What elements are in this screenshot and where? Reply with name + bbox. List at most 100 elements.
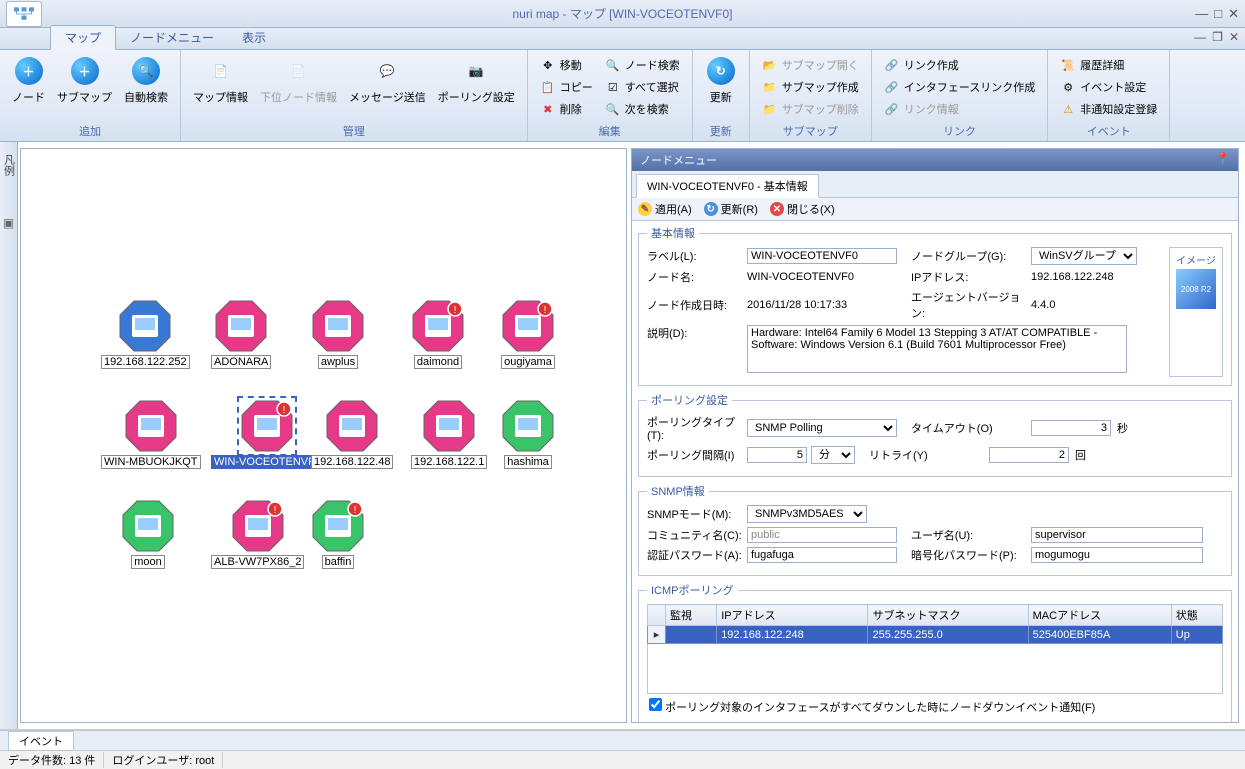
sendmsg-button[interactable]: 💬メッセージ送信 [343, 53, 432, 107]
map-node[interactable]: moon [121, 499, 175, 569]
nodename-value: WIN-VOCEOTENVF0 [747, 271, 897, 283]
window-title: nuri map - マップ [WIN-VOCEOTENVF0] [512, 5, 732, 22]
add-submap-button[interactable]: ＋サブマップ [51, 53, 118, 107]
linkinfo-icon: 🔗 [884, 101, 900, 117]
warning-icon: ⚠ [1060, 101, 1076, 117]
interval-unit-select[interactable]: 分 [811, 446, 855, 464]
retry-input[interactable] [989, 447, 1069, 463]
map-node[interactable]: WIN-MBUOKJKQT [101, 399, 201, 469]
event-setting-button[interactable]: ⚙イベント設定 [1058, 77, 1159, 97]
minimize-icon[interactable]: — [1195, 6, 1208, 22]
close-icon[interactable]: ✕ [1228, 6, 1239, 22]
pin-icon[interactable]: 📍 [1216, 152, 1230, 168]
menu-tab-nodemenu[interactable]: ノードメニュー [116, 26, 228, 49]
nonotify-button[interactable]: ⚠非通知設定登録 [1058, 99, 1159, 119]
ip-value: 192.168.122.248 [1031, 271, 1114, 283]
image-preview[interactable]: イメージ 2008 R2 [1169, 247, 1223, 377]
polling-type-select[interactable]: SNMP Polling [747, 419, 897, 437]
event-tab[interactable]: イベント [8, 731, 74, 751]
map-node[interactable]: 192.168.122.1 [411, 399, 487, 469]
row-selector[interactable]: ▸ [648, 626, 666, 644]
gear-icon: ⚙ [1060, 79, 1076, 95]
selectall-button[interactable]: ☑すべて選択 [603, 77, 682, 97]
map-node[interactable]: ! daimond [411, 299, 465, 369]
snmp-group: SNMP情報 SNMPモード(M): SNMPv3MD5AES コミュニティ名(… [638, 483, 1232, 576]
map-node[interactable]: ! ALB-VW7PX86_2 [211, 499, 304, 569]
apply-icon: ✎ [638, 202, 652, 216]
delete-button[interactable]: ✖削除 [538, 99, 595, 119]
selectall-icon: ☑ [605, 79, 621, 95]
panel-refresh-button[interactable]: ↻更新(R) [704, 201, 758, 217]
table-row: ▸ 192.168.122.248 255.255.255.0 525400EB… [648, 626, 1223, 644]
basic-info-group: 基本情報 ラベル(L): ノードグループ(G): WinSVグループ ノード名:… [638, 225, 1232, 386]
map-node[interactable]: ! baffin [311, 499, 365, 569]
panel-close-button[interactable]: ✕閉じる(X) [770, 201, 835, 217]
dock-icon[interactable]: ▣ [3, 216, 14, 230]
findnext-icon: 🔍 [605, 101, 621, 117]
map-node[interactable]: ! WIN-VOCEOTENVF0 [211, 399, 324, 469]
link-info-button[interactable]: 🔗リンク情報 [882, 99, 1037, 119]
mdi-close-icon[interactable]: ✕ [1229, 30, 1239, 44]
apply-button[interactable]: ✎適用(A) [638, 201, 692, 217]
panel-title: ノードメニュー [640, 152, 717, 168]
snmp-user-input[interactable] [1031, 527, 1203, 543]
mapinfo-button[interactable]: 📄マップ情報 [187, 53, 254, 107]
map-node[interactable]: 192.168.122.48 [311, 399, 393, 469]
findnext-button[interactable]: 🔍次を検索 [603, 99, 682, 119]
authpw-input[interactable] [747, 547, 897, 563]
snmp-mode-select[interactable]: SNMPv3MD5AES [747, 505, 867, 523]
map-node[interactable]: 192.168.122.252 [101, 299, 190, 369]
map-node[interactable]: awplus [311, 299, 365, 369]
autosearch-button[interactable]: 🔍自動検索 [118, 53, 174, 107]
description-textarea[interactable] [747, 325, 1127, 373]
link-create-button[interactable]: 🔗リンク作成 [882, 55, 1037, 75]
polling-group: ポーリング設定 ポーリングタイプ(T): SNMP Polling タイムアウト… [638, 392, 1232, 477]
move-button[interactable]: ✥移動 [538, 55, 595, 75]
add-node-button[interactable]: ＋ノード [6, 53, 51, 107]
history-icon: 📜 [1060, 57, 1076, 73]
svg-text:!: ! [354, 505, 357, 516]
label-input[interactable] [747, 248, 897, 264]
map-node[interactable]: hashima [501, 399, 555, 469]
submap-delete-button[interactable]: 📁サブマップ削除 [760, 99, 861, 119]
close-icon: ✕ [770, 202, 784, 216]
bottom-tabstrip: イベント [0, 730, 1245, 750]
refresh-button[interactable]: ↻更新 [699, 53, 743, 107]
svg-text:!: ! [544, 305, 547, 316]
deletefolder-icon: 📁 [762, 101, 778, 117]
folder-icon: 📂 [762, 57, 778, 73]
title-bar: nuri map - マップ [WIN-VOCEOTENVF0] — □ ✕ [0, 0, 1245, 28]
icmp-table[interactable]: 監視 IPアドレス サブネットマスク MACアドレス 状態 ▸ 192.168.… [647, 604, 1223, 644]
encpw-input[interactable] [1031, 547, 1203, 563]
mdi-minimize-icon[interactable]: — [1194, 30, 1206, 44]
subnodeinfo-button[interactable]: 📄下位ノード情報 [254, 53, 343, 107]
map-node[interactable]: ! ougiyama [501, 299, 555, 369]
menu-tab-map[interactable]: マップ [50, 25, 116, 50]
timeout-input[interactable] [1031, 420, 1111, 436]
iflink-create-button[interactable]: 🔗インタフェースリンク作成 [882, 77, 1037, 97]
legend-tab[interactable]: 凡例 [1, 154, 17, 176]
move-icon: ✥ [540, 57, 556, 73]
nodesearch-button[interactable]: 🔍ノード検索 [603, 55, 682, 75]
submap-create-button[interactable]: 📁サブマップ作成 [760, 77, 861, 97]
ribbon: ＋ノード ＋サブマップ 🔍自動検索 追加 📄マップ情報 📄下位ノード情報 💬メッ… [0, 50, 1245, 142]
history-button[interactable]: 📜履歴詳細 [1058, 55, 1159, 75]
agentver-value: 4.4.0 [1031, 299, 1055, 311]
panel-tab-basic[interactable]: WIN-VOCEOTENVF0 - 基本情報 [636, 174, 819, 198]
ifdown-notify-checkbox[interactable]: ポーリング対象のインタフェースがすべてダウンした時にノードダウンイベント通知(F… [649, 702, 1095, 714]
map-canvas[interactable]: 192.168.122.252 ADONARA awplus ! daimond… [20, 148, 627, 723]
maximize-icon[interactable]: □ [1214, 6, 1222, 22]
interval-input[interactable] [747, 447, 807, 463]
link-icon: 🔗 [884, 57, 900, 73]
polling-button[interactable]: 📷ポーリング設定 [432, 53, 521, 107]
mdi-restore-icon[interactable]: ❐ [1212, 30, 1223, 44]
refresh-icon: ↻ [704, 202, 718, 216]
search-icon: 🔍 [605, 57, 621, 73]
created-value: 2016/11/28 10:17:33 [747, 299, 897, 311]
map-node[interactable]: ADONARA [211, 299, 271, 369]
menu-tab-view[interactable]: 表示 [228, 26, 280, 49]
submap-open-button[interactable]: 📂サブマップ開く [760, 55, 861, 75]
iflink-icon: 🔗 [884, 79, 900, 95]
nodegroup-select[interactable]: WinSVグループ [1031, 247, 1137, 265]
copy-button[interactable]: 📋コピー [538, 77, 595, 97]
